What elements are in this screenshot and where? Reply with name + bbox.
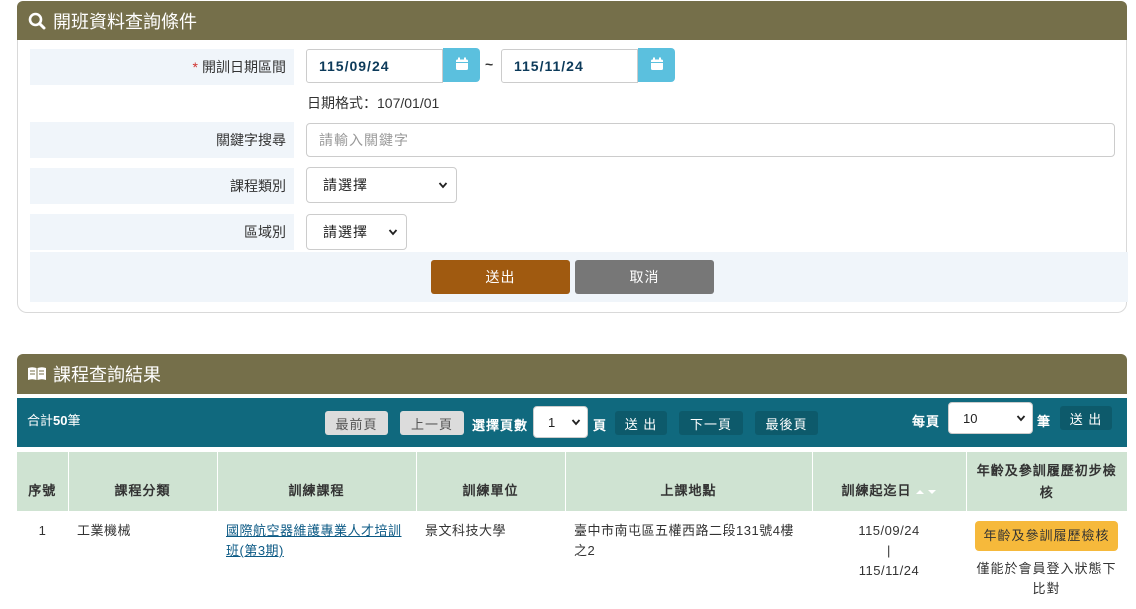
col-header-unit: 訓練單位: [416, 452, 566, 511]
start-date-input[interactable]: 115/09/24: [306, 49, 443, 83]
per-page-suffix: 筆: [1037, 414, 1052, 429]
last-page-button[interactable]: 最後頁: [755, 411, 818, 435]
total-suffix: 筆: [67, 413, 81, 428]
cancel-button[interactable]: 取消: [575, 260, 714, 294]
chevron-down-icon: [571, 415, 581, 430]
cell-location: 臺中市南屯區五權西路二段131號4樓之2: [574, 523, 794, 558]
magnifier-icon: [27, 11, 47, 31]
submit-button[interactable]: 送出: [431, 260, 570, 294]
keyword-label: 關鍵字搜尋: [30, 122, 294, 158]
col-header-location: 上課地點: [565, 452, 813, 511]
date-range-label-text: 開訓日期區間: [202, 59, 286, 75]
period-end: 115/11/24: [858, 563, 920, 578]
calendar-icon: [455, 57, 469, 74]
select-page-label: 選擇頁數: [472, 418, 529, 433]
results-panel-header: 課程查詢結果: [17, 354, 1127, 394]
cell-category: 工業機械: [77, 523, 132, 538]
region-selected: 請選擇: [323, 224, 368, 240]
chevron-down-icon: [438, 177, 448, 193]
cell-check: 年齡及參訓履歷檢核 僅能於會員登入狀態下比對: [966, 511, 1127, 609]
sort-arrows-icon[interactable]: [915, 484, 937, 499]
cell-period: 115/09/24 | 115/11/24: [812, 511, 966, 609]
date-range-label: * 開訓日期區間: [30, 49, 294, 85]
col-header-category: 課程分類: [68, 452, 218, 511]
date-separator: ~: [485, 56, 494, 72]
page-suffix: 頁: [593, 418, 608, 433]
total-number: 50: [53, 413, 68, 428]
page-selected: 1: [548, 414, 556, 430]
required-mark: *: [192, 59, 198, 75]
date-format-hint: 日期格式：107/01/01: [307, 95, 440, 111]
col-header-period[interactable]: 訓練起迄日: [812, 452, 967, 511]
open-book-icon: [27, 364, 47, 384]
table-row: 1 工業機械 國際航空器維護專業人才培訓班(第3期) 景文科技大學 臺中市南屯區…: [17, 511, 1127, 609]
page-go-button[interactable]: 送 出: [615, 411, 667, 435]
end-date-calendar-button[interactable]: [638, 48, 675, 82]
keyword-input[interactable]: 請輸入關鍵字: [306, 123, 1115, 157]
total-prefix: 合計: [27, 413, 54, 428]
region-label: 區域別: [30, 214, 294, 250]
per-page-go-button[interactable]: 送 出: [1060, 406, 1112, 430]
col-header-course: 訓練課程: [217, 452, 417, 511]
results-panel-title: 課程查詢結果: [53, 365, 161, 385]
col-header-period-label: 訓練起迄日: [841, 482, 912, 498]
total-count: 合計50筆: [27, 410, 81, 429]
start-date-calendar-button[interactable]: [443, 48, 480, 82]
course-type-label: 課程類別: [30, 168, 294, 204]
eligibility-check-note: 僅能於會員登入狀態下比對: [976, 561, 1117, 596]
prev-page-button[interactable]: 上一頁: [400, 411, 464, 435]
course-type-selected: 請選擇: [323, 177, 368, 193]
cell-no: 1: [38, 523, 47, 538]
cell-course: 國際航空器維護專業人才培訓班(第3期): [217, 511, 416, 609]
period-start: 115/09/24: [858, 523, 920, 538]
period-separator: |: [887, 543, 891, 558]
table-header-row: 序號 課程分類 訓練課程 訓練單位 上課地點 訓練起迄日 年齡及參訓履歷初步檢核: [17, 452, 1127, 511]
form-buttons: 送出 取消: [30, 252, 1128, 302]
first-page-button[interactable]: 最前頁: [325, 411, 388, 435]
search-form: * 開訓日期區間 115/09/24 ~ 115/11/24 日期格式：107/…: [17, 40, 1128, 313]
page-select[interactable]: 1: [533, 406, 588, 438]
chevron-down-icon: [388, 224, 398, 240]
per-page-label: 每頁: [912, 414, 941, 429]
per-page-select[interactable]: 10: [948, 402, 1033, 434]
chevron-down-icon: [1016, 411, 1026, 426]
end-date-input[interactable]: 115/11/24: [501, 49, 638, 83]
region-select[interactable]: 請選擇: [306, 214, 407, 250]
pagination-toolbar: 合計50筆 最前頁 上一頁 選擇頁數 1 頁 送 出 下一頁 最後頁 每頁 10…: [17, 398, 1127, 447]
col-header-check: 年齡及參訓履歷初步檢核: [966, 452, 1127, 511]
per-page-selected: 10: [963, 410, 978, 426]
cell-unit: 景文科技大學: [425, 523, 507, 538]
results-table: 序號 課程分類 訓練課程 訓練單位 上課地點 訓練起迄日 年齡及參訓履歷初步檢核…: [17, 452, 1127, 609]
search-panel-title: 開班資料查詢條件: [53, 12, 197, 32]
calendar-icon: [650, 57, 664, 74]
search-panel-header: 開班資料查詢條件: [17, 1, 1127, 41]
eligibility-check-button[interactable]: 年齡及參訓履歷檢核: [975, 521, 1118, 551]
course-type-select[interactable]: 請選擇: [306, 167, 457, 203]
next-page-button[interactable]: 下一頁: [679, 411, 743, 435]
course-link[interactable]: 國際航空器維護專業人才培訓班(第3期): [226, 523, 402, 558]
col-header-no: 序號: [17, 452, 69, 511]
